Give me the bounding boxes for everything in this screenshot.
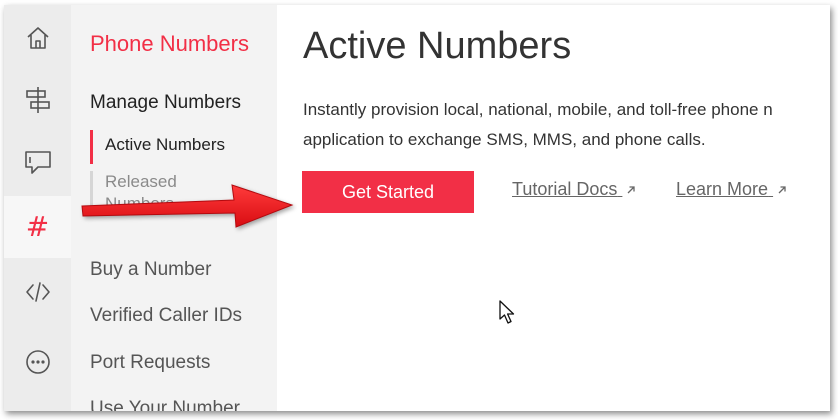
learn-more-link[interactable]: Learn More — [676, 179, 787, 200]
rail-phone-numbers[interactable]: # — [4, 196, 71, 258]
subnav-section-manage-numbers[interactable]: Manage Numbers — [90, 92, 241, 114]
main-content: Active Numbers Instantly provision local… — [277, 5, 830, 411]
page-description: Instantly provision local, national, mob… — [303, 95, 830, 155]
description-line-2: application to exchange SMS, MMS, and ph… — [303, 130, 706, 149]
get-started-button[interactable]: Get Started — [302, 171, 474, 213]
rail-home[interactable] — [4, 7, 71, 69]
subnav-item-active-numbers[interactable]: Active Numbers — [90, 130, 270, 164]
app-window: # Phone Numbers Manage Numbers Active Nu… — [4, 5, 830, 411]
home-icon — [26, 27, 49, 49]
secondary-nav: Phone Numbers Manage Numbers Active Numb… — [71, 5, 277, 411]
subnav-link-buy-number[interactable]: Buy a Number — [90, 259, 211, 281]
external-link-icon — [627, 186, 636, 194]
flow-icon — [25, 87, 50, 113]
rail-developer[interactable] — [4, 261, 71, 323]
subnav-title: Phone Numbers — [90, 31, 249, 56]
rail-messaging[interactable] — [4, 131, 71, 193]
tutorial-docs-link[interactable]: Tutorial Docs — [512, 179, 636, 200]
external-link-icon — [778, 186, 786, 194]
tutorial-docs-label: Tutorial Docs — [512, 179, 618, 199]
subnav-link-verified-caller-ids[interactable]: Verified Caller IDs — [90, 305, 242, 327]
subnav-link-use-your-number[interactable]: Use Your Number — [90, 398, 240, 411]
rail-studio[interactable] — [4, 69, 71, 131]
page-title: Active Numbers — [303, 25, 572, 67]
hash-icon: # — [25, 210, 50, 243]
chat-icon — [24, 151, 51, 174]
icon-rail: # — [4, 5, 71, 411]
code-icon — [25, 282, 50, 302]
learn-more-label: Learn More — [676, 179, 769, 199]
mouse-pointer-icon — [499, 300, 515, 324]
subnav-item-released-numbers[interactable]: Released Numbers — [90, 171, 200, 211]
more-icon — [25, 350, 50, 374]
description-line-1: Instantly provision local, national, mob… — [303, 100, 773, 119]
rail-more[interactable] — [4, 331, 71, 393]
subnav-link-port-requests[interactable]: Port Requests — [90, 352, 210, 374]
